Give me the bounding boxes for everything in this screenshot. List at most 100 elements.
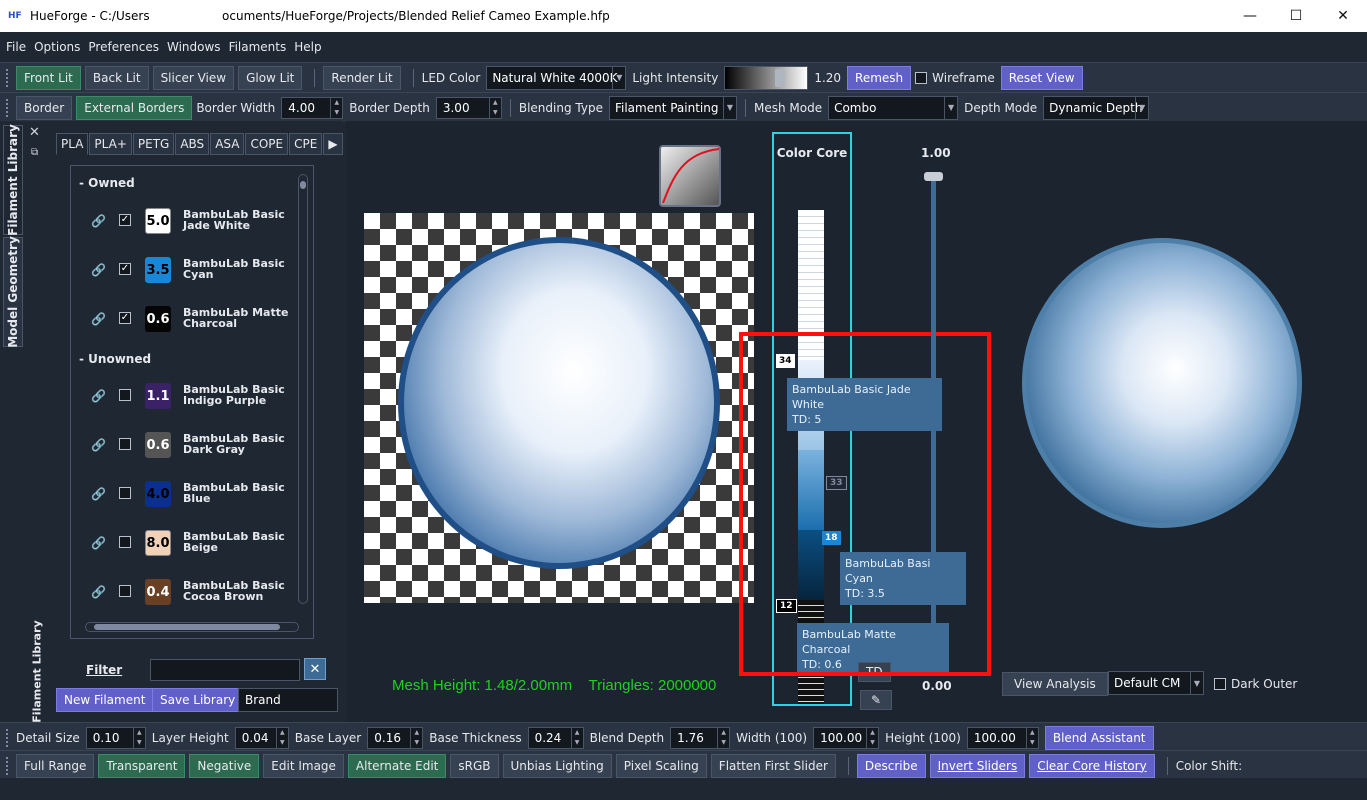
alternate-edit-button[interactable]: Alternate Edit [347, 753, 447, 778]
slicer-view-button[interactable]: Slicer View [152, 65, 235, 90]
spin-arrows-icon[interactable]: ▲ ▼ [717, 727, 729, 748]
spin-arrows-icon[interactable]: ▲ ▼ [866, 727, 878, 748]
width-input[interactable]: 100.00 ▲ ▼ [813, 726, 880, 749]
owned-checkbox[interactable]: ✓ [119, 214, 131, 226]
spin-arrows-icon[interactable]: ▲ ▼ [132, 727, 145, 748]
filament-row[interactable]: 🔗 ✓ 5.0 BambuLab Basic Jade White [91, 206, 291, 236]
maximize-button[interactable]: ☐ [1273, 0, 1319, 32]
view-analysis-button[interactable]: View Analysis [1002, 672, 1108, 696]
srgb-button[interactable]: sRGB [450, 753, 499, 778]
border-width-input[interactable]: 4.00 ▲ ▼ [281, 96, 344, 119]
base-thickness-input[interactable]: 0.24 ▲ ▼ [527, 726, 584, 749]
back-lit-button[interactable]: Back Lit [84, 65, 149, 90]
tab-filament-library[interactable]: Filament Library [3, 124, 23, 236]
link-icon[interactable]: 🔗 [91, 487, 106, 501]
detail-size-input[interactable]: 0.10 ▲ ▼ [85, 726, 146, 749]
render-lit-button[interactable]: Render Lit [323, 65, 401, 90]
spin-arrows-icon[interactable]: ▲ ▼ [570, 727, 583, 748]
viewport[interactable]: Color Core 34 33 18 12 BambuLab Basic Ja… [346, 121, 1367, 723]
tab-cope[interactable]: COPE [245, 133, 289, 155]
filament-row[interactable]: 🔗 0.6 BambuLab Basic Dark Gray [91, 430, 291, 460]
color-map-select[interactable]: Default CM ▼ [1108, 671, 1204, 695]
height-slider-handle[interactable] [924, 172, 943, 181]
close-button[interactable]: ✕ [1320, 0, 1366, 32]
eraser-icon[interactable]: ✎ [860, 690, 892, 710]
owned-checkbox[interactable] [119, 585, 131, 597]
clear-core-history-button[interactable]: Clear Core History [1029, 753, 1155, 778]
reset-view-button[interactable]: Reset View [1000, 65, 1083, 90]
dark-outer-checkbox[interactable] [1214, 678, 1226, 690]
glow-lit-button[interactable]: Glow Lit [238, 65, 303, 90]
owned-checkbox[interactable]: ✓ [119, 312, 131, 324]
mesh-mode-select[interactable]: Combo ▼ [828, 95, 959, 120]
link-icon[interactable]: 🔗 [91, 263, 106, 277]
depth-mode-select[interactable]: Dynamic Depth ▼ [1043, 95, 1150, 120]
describe-button[interactable]: Describe [856, 753, 926, 778]
link-icon[interactable]: 🔗 [91, 214, 106, 228]
layer-height-input[interactable]: 0.04 ▲ ▼ [234, 726, 289, 749]
toolbar-grip[interactable] [6, 728, 12, 747]
border-button[interactable]: Border [16, 95, 73, 120]
scrollbar-thumb[interactable] [94, 624, 280, 630]
spin-arrows-icon[interactable]: ▲ ▼ [330, 97, 342, 118]
minimize-button[interactable]: — [1227, 0, 1273, 32]
brand-input[interactable]: Brand [238, 688, 338, 712]
tab-cpe[interactable]: CPE [289, 133, 323, 155]
owned-checkbox[interactable] [119, 389, 131, 401]
transparent-button[interactable]: Transparent [98, 753, 186, 778]
link-icon[interactable]: 🔗 [91, 389, 106, 403]
invert-sliders-button[interactable]: Invert Sliders [929, 753, 1026, 778]
menu-options[interactable]: Options [34, 40, 80, 54]
edit-image-button[interactable]: Edit Image [263, 753, 344, 778]
spin-arrows-icon[interactable]: ▲ ▼ [488, 97, 501, 118]
horizontal-scrollbar[interactable] [85, 622, 299, 632]
clear-filter-button[interactable]: ✕ [304, 658, 326, 680]
owned-checkbox[interactable] [119, 536, 131, 548]
filament-row[interactable]: 🔗 4.0 BambuLab Basic Blue [91, 479, 291, 509]
full-range-button[interactable]: Full Range [16, 753, 95, 778]
pixel-scaling-button[interactable]: Pixel Scaling [615, 753, 707, 778]
menu-file[interactable]: File [6, 40, 26, 54]
link-icon[interactable]: 🔗 [91, 312, 106, 326]
save-library-button[interactable]: Save Library [152, 688, 244, 712]
external-borders-button[interactable]: External Borders [76, 95, 193, 120]
tab-pla-plus[interactable]: PLA+ [89, 133, 132, 155]
link-icon[interactable]: 🔗 [91, 438, 106, 452]
tab-asa[interactable]: ASA [210, 133, 245, 155]
filament-row[interactable]: 🔗 ✓ 0.6 BambuLab Matte Charcoal [91, 304, 291, 334]
spin-arrows-icon[interactable]: ▲ ▼ [410, 727, 422, 748]
filament-row[interactable]: 🔗 ✓ 3.5 BambuLab Basic Cyan [91, 255, 291, 285]
slider-handle[interactable] [775, 68, 786, 87]
remesh-button[interactable]: Remesh [847, 65, 912, 90]
menu-filaments[interactable]: Filaments [229, 40, 287, 54]
blending-type-select[interactable]: Filament Painting ▼ [608, 95, 737, 120]
border-depth-input[interactable]: 3.00 ▲ ▼ [435, 96, 502, 119]
owned-checkbox[interactable]: ✓ [119, 263, 131, 275]
unbias-lighting-button[interactable]: Unbias Lighting [502, 753, 612, 778]
base-layer-input[interactable]: 0.16 ▲ ▼ [367, 726, 424, 749]
link-icon[interactable]: 🔗 [91, 585, 106, 599]
tab-pla[interactable]: PLA [56, 133, 89, 155]
wireframe-checkbox[interactable] [915, 71, 928, 84]
light-intensity-slider[interactable] [724, 65, 809, 90]
negative-button[interactable]: Negative [189, 753, 260, 778]
tab-abs[interactable]: ABS [175, 133, 210, 155]
filament-row[interactable]: 🔗 8.0 BambuLab Basic Beige [91, 528, 291, 558]
toolbar-grip[interactable] [6, 68, 12, 87]
tab-model-geometry[interactable]: Model Geometry [3, 236, 23, 348]
blend-depth-input[interactable]: 1.76 ▲ ▼ [670, 726, 731, 749]
new-filament-button[interactable]: New Filament [56, 688, 154, 712]
scrollbar-thumb[interactable] [300, 181, 306, 189]
owned-checkbox[interactable] [119, 438, 131, 450]
toolbar-grip[interactable] [6, 756, 12, 775]
led-color-select[interactable]: Natural White 4000K ▼ [486, 65, 627, 90]
toolbar-grip[interactable] [6, 98, 12, 117]
filament-row[interactable]: 🔗 1.1 BambuLab Basic Indigo Purple [91, 381, 291, 411]
tab-scroll-right-icon[interactable]: ▶ [323, 133, 343, 155]
vertical-scrollbar[interactable] [298, 174, 308, 604]
menu-windows[interactable]: Windows [167, 40, 221, 54]
height-input[interactable]: 100.00 ▲ ▼ [966, 726, 1039, 749]
height-slider[interactable] [931, 177, 936, 667]
close-icon[interactable]: ✕ [29, 125, 40, 140]
curve-editor-button[interactable] [659, 145, 721, 207]
